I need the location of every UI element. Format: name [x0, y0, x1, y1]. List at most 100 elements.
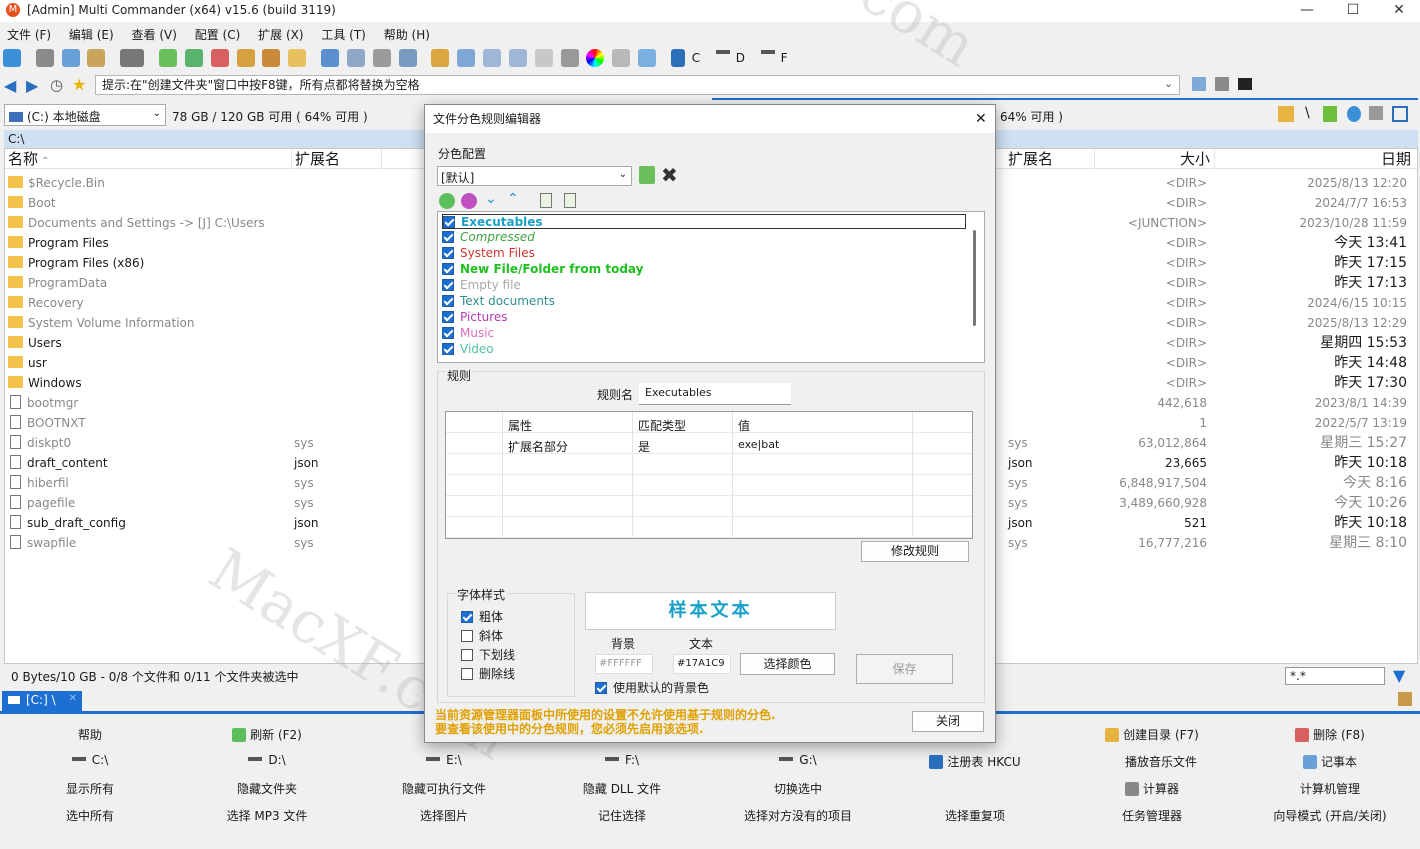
font-style-checkbox[interactable]: 下划线: [461, 646, 515, 663]
folder-tree-icon[interactable]: [1278, 106, 1294, 122]
dialog-close-icon[interactable]: ✕: [975, 111, 987, 127]
function-key-button[interactable]: 计算器: [1072, 780, 1232, 797]
clipboard-icon[interactable]: [534, 49, 553, 67]
close-button[interactable]: ✕: [1376, 0, 1420, 22]
config-select[interactable]: [默认] ⌄: [437, 166, 632, 186]
function-key-button[interactable]: 记事本: [1250, 753, 1410, 770]
rules-list[interactable]: Executables Compressed System Files New Fil…: [437, 211, 985, 363]
column-size[interactable]: 大小: [1095, 149, 1215, 169]
function-key-button[interactable]: 显示所有: [10, 780, 170, 797]
doc-icon[interactable]: [457, 49, 476, 67]
filter-funnel-icon[interactable]: ▼: [1393, 666, 1405, 685]
copy-file-icon[interactable]: [184, 49, 203, 67]
function-key-button[interactable]: D:\: [187, 753, 347, 767]
function-key-button[interactable]: 选中所有: [10, 807, 170, 824]
checkbox-icon[interactable]: [442, 295, 454, 307]
scrollbar[interactable]: [973, 230, 976, 326]
menu-edit[interactable]: 编辑 (E): [69, 28, 114, 42]
drive-selector[interactable]: (C:) 本地磁盘 ⌄: [4, 104, 166, 126]
eye-icon[interactable]: [560, 49, 579, 67]
up-folder-icon[interactable]: [1323, 106, 1337, 122]
tools-icon[interactable]: [1369, 106, 1383, 120]
modify-rule-button[interactable]: 修改规则: [861, 541, 969, 562]
checkbox-icon[interactable]: [442, 343, 454, 355]
toolbar-drive-c[interactable]: C: [692, 51, 700, 65]
text-color-field[interactable]: #17A1C9: [673, 654, 731, 674]
function-key-button[interactable]: 选择对方没有的项目: [718, 807, 878, 824]
package-icon[interactable]: [262, 49, 281, 67]
function-key-button[interactable]: 隐藏文件夹: [187, 780, 347, 797]
rule-list-item[interactable]: Video: [442, 342, 966, 357]
checkbox-icon[interactable]: [442, 327, 454, 339]
rule-list-item[interactable]: Empty file: [442, 278, 966, 293]
left-tab[interactable]: [C:] \ ✕: [2, 691, 82, 711]
font-style-checkbox[interactable]: 粗体: [461, 608, 503, 625]
chevron-down-icon[interactable]: ⌄: [1164, 77, 1173, 90]
network-icon[interactable]: [670, 49, 685, 67]
function-key-button[interactable]: F:\: [542, 753, 702, 767]
menu-config[interactable]: 配置 (C): [195, 28, 241, 42]
column-extension[interactable]: 扩展名: [292, 149, 382, 169]
refresh-icon[interactable]: [3, 49, 21, 67]
table-cell-value[interactable]: exe|bat: [738, 438, 779, 451]
panel-options-icon[interactable]: [1392, 106, 1408, 122]
function-key-button[interactable]: 删除 (F8): [1250, 726, 1410, 743]
function-key-button[interactable]: 刷新 (F2): [187, 726, 347, 743]
function-key-button[interactable]: C:\: [10, 753, 170, 767]
add-config-icon[interactable]: [639, 166, 655, 184]
function-key-button[interactable]: 帮助: [10, 726, 170, 743]
import-icon[interactable]: [540, 193, 552, 208]
panel-layout-icon[interactable]: [1192, 77, 1206, 91]
list-view-icon[interactable]: [1215, 77, 1229, 91]
move-up-icon[interactable]: ⌃: [507, 191, 519, 207]
doc2-icon[interactable]: [483, 49, 502, 67]
menu-view[interactable]: 查看 (V): [132, 28, 177, 42]
root-icon[interactable]: \: [1305, 105, 1310, 121]
close-tab-icon[interactable]: ✕: [69, 693, 77, 704]
function-key-button[interactable]: 隐藏可执行文件: [364, 780, 524, 797]
forward-icon[interactable]: ▶: [26, 76, 38, 95]
paste-icon[interactable]: [87, 49, 106, 67]
column-name[interactable]: 名称 ⌃: [5, 149, 292, 169]
filter-input[interactable]: *.*: [1285, 667, 1385, 685]
column-date[interactable]: 日期: [1215, 149, 1415, 169]
back-icon[interactable]: ◀: [4, 76, 16, 95]
table-cell-attribute[interactable]: 扩展名部分: [508, 438, 568, 455]
copy-icon[interactable]: [61, 49, 80, 67]
favorites-star-icon[interactable]: ★: [72, 75, 86, 94]
remove-rule-icon[interactable]: [461, 193, 477, 209]
cut-icon[interactable]: [35, 49, 54, 67]
checkbox-icon[interactable]: [442, 279, 454, 291]
font-style-checkbox[interactable]: 删除线: [461, 665, 515, 682]
delete-file-icon[interactable]: [210, 49, 229, 67]
function-key-button[interactable]: 选择 MP3 文件: [187, 807, 347, 824]
drive-menu-icon[interactable]: [1398, 692, 1412, 706]
edit-icon[interactable]: [372, 49, 391, 67]
delete-config-icon[interactable]: ✖: [661, 163, 678, 187]
rule-list-item[interactable]: Music: [442, 326, 966, 341]
function-key-button[interactable]: 创建目录 (F7): [1072, 726, 1232, 743]
compare-icon[interactable]: [346, 49, 365, 67]
rule-list-item[interactable]: Executables: [442, 214, 966, 229]
toolbar-drive-f[interactable]: F: [781, 51, 788, 65]
function-key-button[interactable]: G:\: [718, 753, 878, 767]
function-key-button[interactable]: 隐藏 DLL 文件: [542, 780, 702, 797]
column-extension[interactable]: 扩展名: [1005, 149, 1095, 169]
rule-list-item[interactable]: New File/Folder from today: [442, 262, 966, 277]
toolbar-drive-d[interactable]: D: [736, 51, 745, 65]
checkbox-icon[interactable]: [442, 311, 454, 323]
dialog-close-button[interactable]: 关闭: [912, 711, 984, 732]
function-key-button[interactable]: 选择重复项: [895, 807, 1055, 824]
checkbox-icon[interactable]: [442, 231, 454, 243]
rule-name-input[interactable]: Executables: [639, 383, 791, 405]
checkbox-icon[interactable]: [442, 263, 454, 275]
function-key-button[interactable]: 计算机管理: [1250, 780, 1410, 797]
color-wheel-icon[interactable]: [586, 49, 605, 67]
command-line-input[interactable]: 提示:在"创建文件夹"窗口中按F8键，所有点都将替换为空格: [95, 75, 1180, 95]
menu-help[interactable]: 帮助 (H): [384, 28, 430, 42]
font-style-checkbox[interactable]: 斜体: [461, 627, 503, 644]
use-default-bg-checkbox[interactable]: 使用默认的背景色: [595, 679, 709, 696]
function-key-button[interactable]: 切换选中: [718, 780, 878, 797]
view-mode-icon[interactable]: [120, 49, 145, 67]
menu-file[interactable]: 文件 (F): [7, 28, 51, 42]
